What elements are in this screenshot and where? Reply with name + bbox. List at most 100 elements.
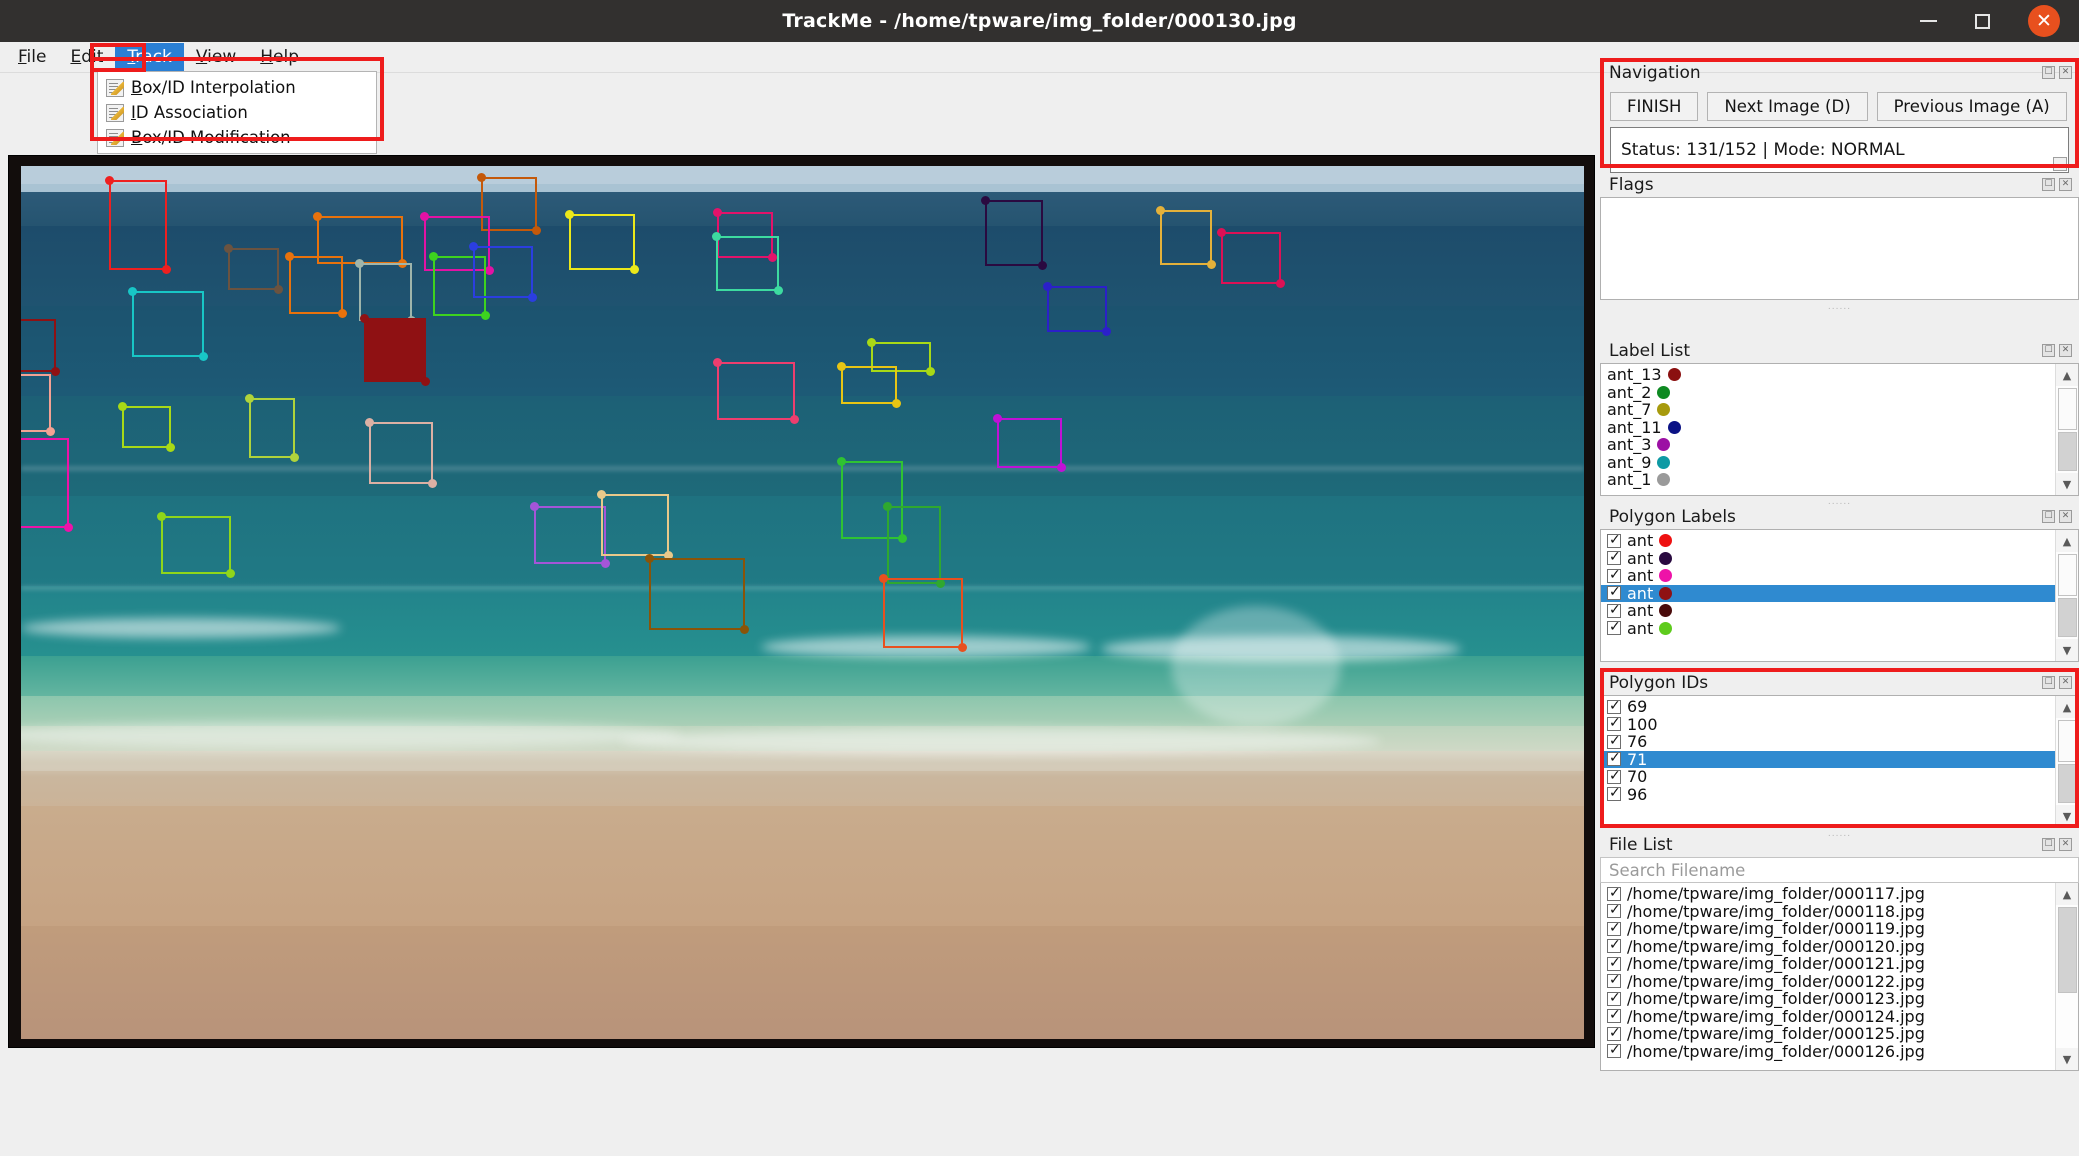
- float-icon[interactable]: ☐: [2042, 178, 2055, 191]
- checkbox-icon[interactable]: [1607, 621, 1621, 635]
- label-list-item[interactable]: ant_7: [1601, 401, 2078, 419]
- box-handle-icon[interactable]: [1156, 206, 1165, 215]
- scroll-track[interactable]: [2056, 386, 2079, 473]
- box-handle-icon[interactable]: [199, 352, 208, 361]
- file-list-item[interactable]: /home/tpware/img_folder/000124.jpg: [1601, 1008, 2078, 1026]
- flags-list[interactable]: [1600, 197, 2079, 300]
- float-icon[interactable]: ☐: [2042, 344, 2055, 357]
- box-handle-icon[interactable]: [768, 253, 777, 262]
- checkbox-icon[interactable]: [1607, 1044, 1621, 1058]
- box-handle-icon[interactable]: [128, 287, 137, 296]
- box-handle-icon[interactable]: [162, 265, 171, 274]
- box-handle-icon[interactable]: [528, 293, 537, 302]
- bounding-box[interactable]: [871, 342, 931, 372]
- bounding-box[interactable]: [601, 494, 669, 556]
- polygon-label-item[interactable]: ant: [1601, 602, 2078, 620]
- label-list-body[interactable]: ant_13ant_2ant_7ant_11ant_3ant_9ant_1 ▲ …: [1600, 363, 2079, 496]
- bounding-box[interactable]: [887, 506, 941, 584]
- menu-item-box-id-interpolation[interactable]: Box/ID Interpolation: [98, 75, 376, 100]
- bounding-box[interactable]: [21, 374, 51, 432]
- scroll-down-icon[interactable]: ▼: [2056, 639, 2079, 661]
- track-dropdown-menu[interactable]: Box/ID Interpolation ID Association Box/…: [97, 71, 377, 154]
- box-handle-icon[interactable]: [313, 212, 322, 221]
- box-handle-icon[interactable]: [597, 490, 606, 499]
- scroll-up-icon[interactable]: ▲: [2056, 530, 2079, 552]
- checkbox-icon[interactable]: [1607, 586, 1621, 600]
- box-handle-icon[interactable]: [105, 176, 114, 185]
- box-handle-icon[interactable]: [428, 479, 437, 488]
- box-handle-icon[interactable]: [936, 579, 945, 588]
- polygon-label-item[interactable]: ant: [1601, 550, 2078, 568]
- menu-track[interactable]: Track: [115, 43, 184, 71]
- checkbox-icon[interactable]: [1607, 1027, 1621, 1041]
- box-handle-icon[interactable]: [285, 252, 294, 261]
- box-handle-icon[interactable]: [338, 309, 347, 318]
- label-list-scrollbar[interactable]: ▲ ▼: [2055, 364, 2078, 495]
- bounding-box[interactable]: [289, 256, 343, 314]
- maximize-button[interactable]: [1955, 0, 2009, 42]
- checkbox-icon[interactable]: [1607, 770, 1621, 784]
- checkbox-icon[interactable]: [1607, 534, 1621, 548]
- checkbox-icon[interactable]: [1607, 735, 1621, 749]
- box-handle-icon[interactable]: [879, 574, 888, 583]
- checkbox-icon[interactable]: [1607, 604, 1621, 618]
- bounding-box[interactable]: [883, 578, 963, 648]
- box-handle-icon[interactable]: [274, 285, 283, 294]
- scroll-down-icon[interactable]: ▼: [2056, 805, 2079, 827]
- bounding-box[interactable]: [717, 362, 795, 420]
- bounding-box[interactable]: [249, 398, 295, 458]
- box-handle-icon[interactable]: [958, 643, 967, 652]
- box-handle-icon[interactable]: [532, 226, 541, 235]
- next-image-button[interactable]: Next Image (D): [1707, 92, 1867, 121]
- scroll-track[interactable]: [2056, 718, 2079, 805]
- scroll-up-icon[interactable]: ▲: [2056, 883, 2079, 905]
- box-handle-icon[interactable]: [46, 427, 55, 436]
- box-handle-icon[interactable]: [1207, 260, 1216, 269]
- label-list-item[interactable]: ant_11: [1601, 419, 2078, 437]
- scroll-down-icon[interactable]: ▼: [2056, 473, 2079, 495]
- close-icon[interactable]: ✕: [2059, 178, 2072, 191]
- box-handle-icon[interactable]: [774, 286, 783, 295]
- bounding-box[interactable]: [649, 558, 745, 630]
- bounding-box[interactable]: [21, 319, 56, 372]
- label-list-item[interactable]: ant_3: [1601, 436, 2078, 454]
- menu-file[interactable]: File: [6, 43, 58, 71]
- close-button[interactable]: ✕: [2009, 0, 2079, 42]
- bounding-box[interactable]: [317, 216, 403, 264]
- box-handle-icon[interactable]: [867, 338, 876, 347]
- menu-help[interactable]: Help: [248, 43, 311, 71]
- box-handle-icon[interactable]: [883, 502, 892, 511]
- file-list-item[interactable]: /home/tpware/img_folder/000122.jpg: [1601, 973, 2078, 991]
- bounding-box[interactable]: [1221, 232, 1281, 284]
- bounding-box[interactable]: [122, 406, 171, 448]
- scroll-up-icon[interactable]: ▲: [2056, 364, 2079, 386]
- box-handle-icon[interactable]: [421, 377, 430, 386]
- float-icon[interactable]: ☐: [2042, 510, 2055, 523]
- polygon-id-item[interactable]: 70: [1601, 768, 2078, 786]
- box-handle-icon[interactable]: [429, 252, 438, 261]
- bounding-box[interactable]: [481, 177, 537, 231]
- polygon-label-item[interactable]: ant: [1601, 620, 2078, 638]
- box-handle-icon[interactable]: [365, 418, 374, 427]
- box-handle-icon[interactable]: [712, 232, 721, 241]
- polygon-labels-body[interactable]: antantantantantant ▲ ▼: [1600, 529, 2079, 662]
- bounding-box[interactable]: [1160, 210, 1212, 265]
- polygon-id-item[interactable]: 100: [1601, 716, 2078, 734]
- label-list-item[interactable]: ant_1: [1601, 471, 2078, 489]
- file-list-body[interactable]: /home/tpware/img_folder/000117.jpg/home/…: [1600, 883, 2079, 1071]
- box-handle-icon[interactable]: [926, 367, 935, 376]
- box-handle-icon[interactable]: [64, 523, 73, 532]
- box-handle-icon[interactable]: [645, 554, 654, 563]
- file-list-item[interactable]: /home/tpware/img_folder/000125.jpg: [1601, 1025, 2078, 1043]
- polygon-ids-body[interactable]: 6910076717096 ▲ ▼: [1600, 695, 2079, 828]
- box-handle-icon[interactable]: [166, 443, 175, 452]
- checkbox-icon[interactable]: [1607, 1009, 1621, 1023]
- checkbox-icon[interactable]: [1607, 992, 1621, 1006]
- minimize-button[interactable]: [1901, 0, 1955, 42]
- polygon-id-item[interactable]: 71: [1601, 751, 2078, 769]
- box-handle-icon[interactable]: [469, 242, 478, 251]
- label-list-item[interactable]: ant_13: [1601, 366, 2078, 384]
- checkbox-icon[interactable]: [1607, 700, 1621, 714]
- box-handle-icon[interactable]: [398, 259, 407, 268]
- checkbox-icon[interactable]: [1607, 717, 1621, 731]
